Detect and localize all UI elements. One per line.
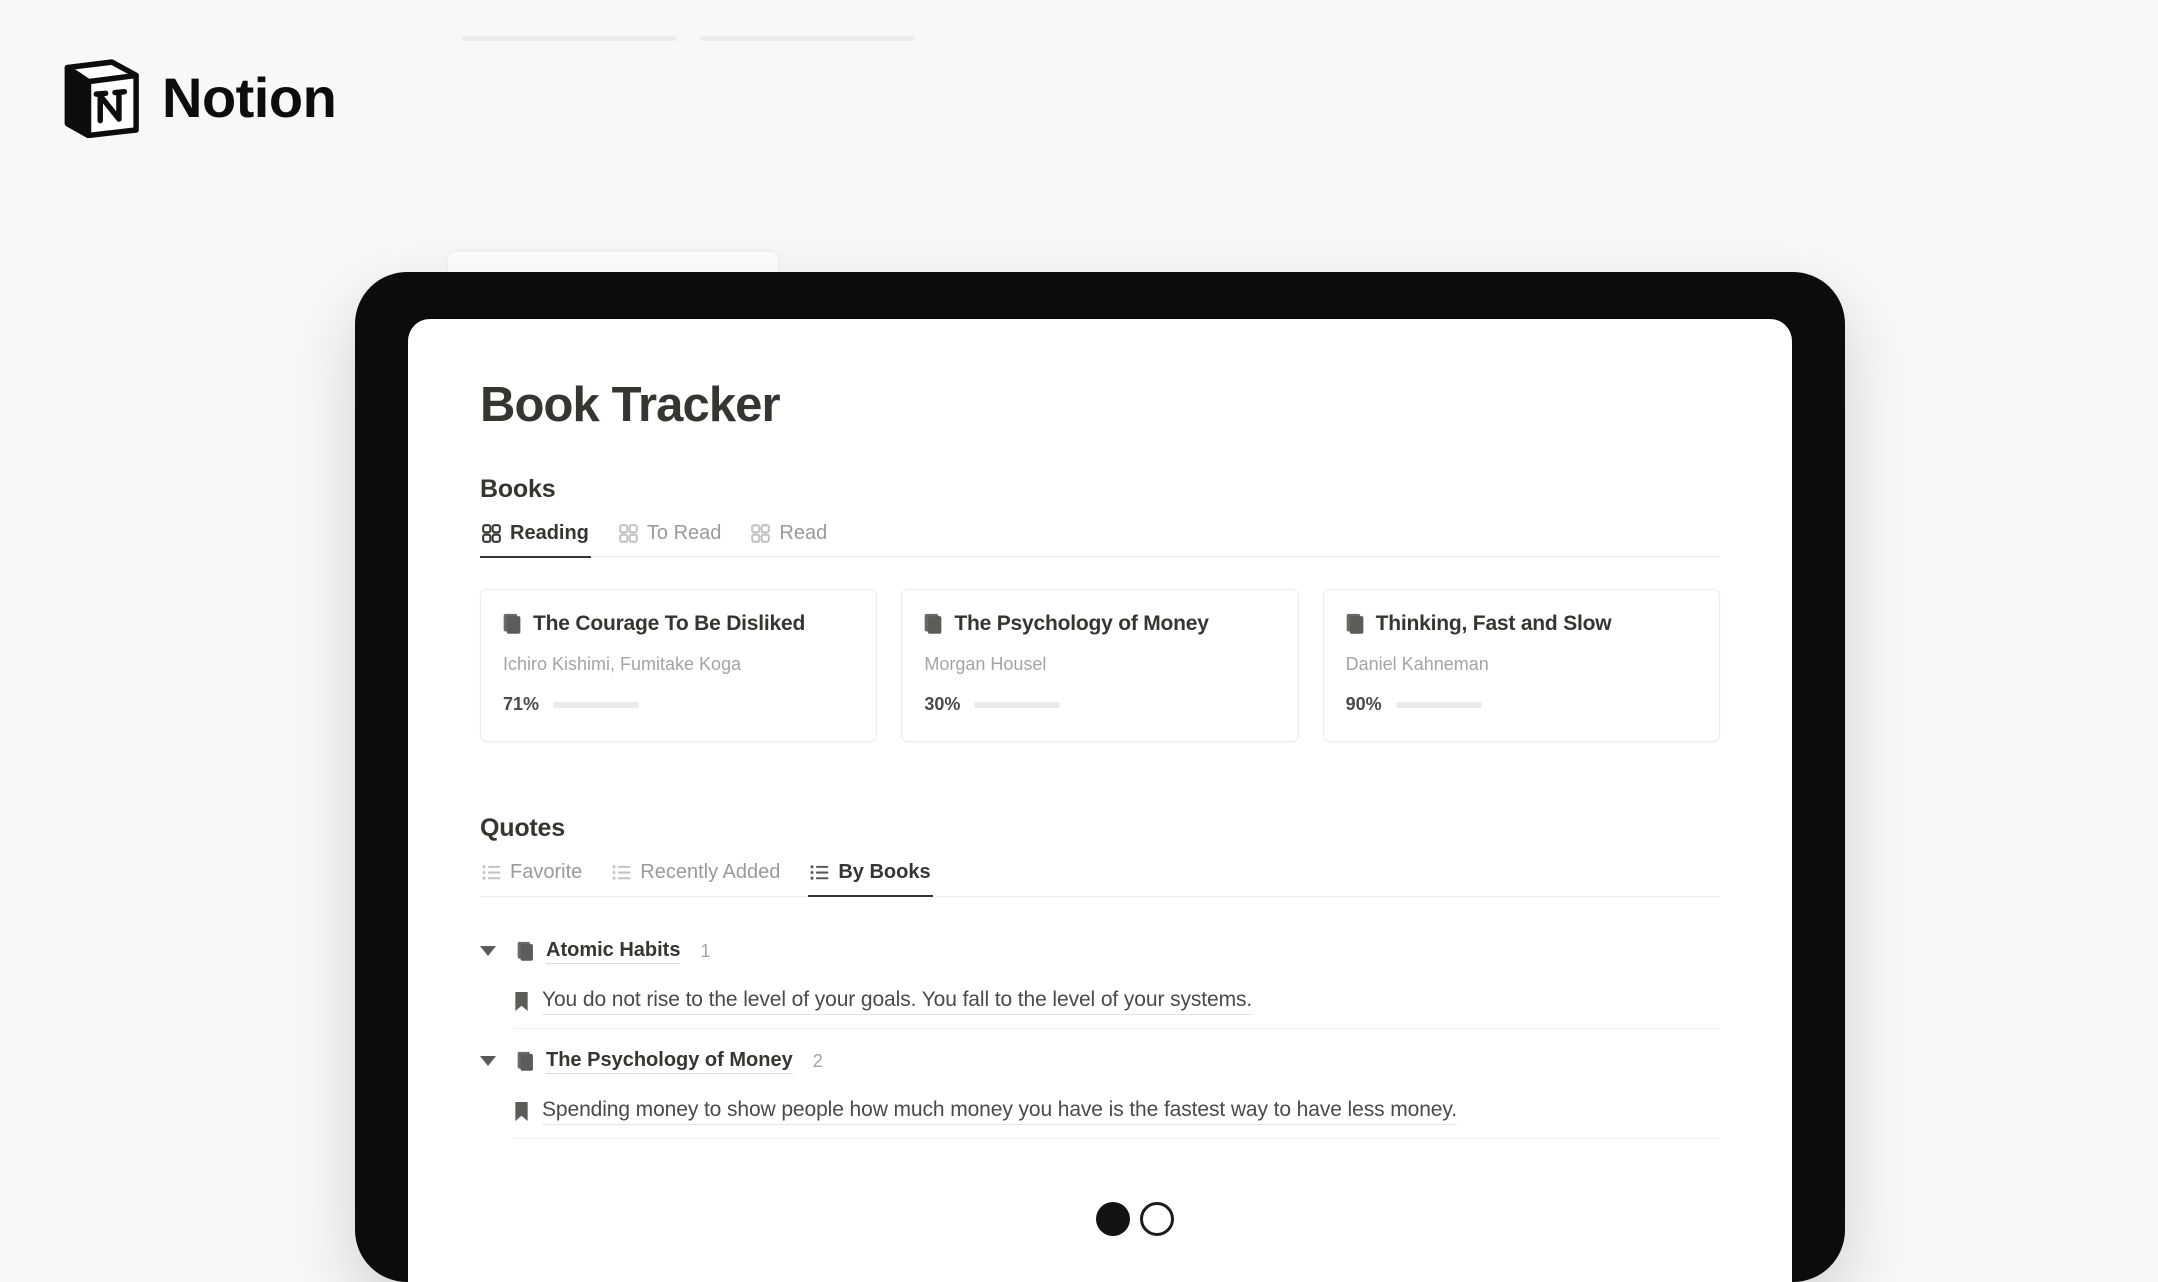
tab-favorite[interactable]: Favorite	[480, 857, 584, 897]
bookmark-icon	[515, 1101, 528, 1121]
book-author: Daniel Kahneman	[1345, 654, 1489, 675]
quote-group-name: Atomic Habits	[546, 939, 681, 964]
list-view-icon	[810, 865, 829, 881]
triangle-down-icon[interactable]	[480, 946, 496, 957]
tab-recently-added[interactable]: Recently Added	[610, 857, 782, 897]
book-card[interactable]: The Psychology of Money Morgan Housel 30…	[901, 589, 1299, 743]
tab-by-books[interactable]: By Books	[808, 857, 933, 898]
tab-read[interactable]: Read	[749, 518, 829, 558]
triangle-down-icon[interactable]	[480, 1056, 496, 1067]
progress-label: 30%	[924, 694, 961, 715]
book-card[interactable]: The Courage To Be Disliked Ichiro Kishim…	[480, 589, 878, 743]
gallery-view-icon	[751, 524, 771, 543]
book-page-icon	[925, 614, 942, 635]
notion-logo-icon	[64, 59, 139, 138]
quote-row[interactable]: You do not rise to the level of your goa…	[514, 974, 1720, 1029]
progress-track	[974, 701, 1061, 708]
list-view-icon	[612, 865, 631, 881]
book-progress: 90%	[1346, 694, 1697, 715]
quote-group: The Psychology of Money 2 Spending money…	[480, 1039, 1720, 1139]
notion-brand-header: Notion	[62, 58, 337, 138]
gallery-view-icon	[619, 524, 638, 543]
bookmark-icon	[515, 991, 528, 1011]
tab-reading[interactable]: Reading	[480, 518, 591, 558]
quotes-tabbar: Favorite Recently Added By Books	[480, 857, 1720, 898]
quote-group-name: The Psychology of Money	[546, 1049, 793, 1074]
page-title: Book Tracker	[480, 378, 781, 432]
book-author: Ichiro Kishimi, Fumitake Koga	[503, 654, 742, 675]
tab-label: Favorite	[510, 861, 583, 884]
book-card[interactable]: Thinking, Fast and Slow Daniel Kahneman …	[1322, 589, 1720, 743]
tab-label: To Read	[646, 521, 722, 544]
quote-group: Atomic Habits 1 You do not rise to the l…	[480, 929, 1720, 1029]
books-tabbar: Reading To Read Read	[480, 518, 1720, 558]
quote-group-header[interactable]: The Psychology of Money 2	[480, 1039, 1720, 1084]
tab-label: Read	[779, 521, 828, 544]
book-page-icon	[1346, 614, 1364, 635]
book-page-icon	[517, 941, 533, 961]
book-progress: 71%	[503, 694, 854, 715]
book-title: The Courage To Be Disliked	[533, 612, 806, 636]
books-section-heading: Books	[480, 474, 556, 503]
tab-to-read[interactable]: To Read	[617, 518, 724, 558]
book-author: Morgan Housel	[924, 654, 1047, 675]
list-view-icon	[482, 865, 501, 881]
book-card-title-row: The Psychology of Money	[924, 612, 1275, 636]
collaborator-avatar	[1140, 1202, 1174, 1236]
quote-group-header[interactable]: Atomic Habits 1	[480, 929, 1720, 974]
book-progress: 30%	[924, 694, 1275, 715]
tab-label: By Books	[838, 861, 931, 884]
progress-label: 71%	[503, 694, 540, 715]
tablet-screen: Book Tracker Books Reading To Read Read …	[408, 319, 1792, 1282]
book-page-icon	[503, 614, 521, 635]
tablet-device-frame: Book Tracker Books Reading To Read Read …	[355, 272, 1845, 1282]
background-sheet-line	[700, 36, 915, 41]
book-title: Thinking, Fast and Slow	[1375, 612, 1612, 636]
tab-label: Reading	[510, 521, 589, 544]
progress-track	[553, 701, 640, 708]
tab-label: Recently Added	[640, 861, 781, 884]
book-card-title-row: Thinking, Fast and Slow	[1346, 612, 1697, 636]
progress-track	[1395, 701, 1482, 708]
quote-text: You do not rise to the level of your goa…	[542, 988, 1252, 1015]
progress-label: 90%	[1345, 694, 1382, 715]
brand-name: Notion	[162, 66, 337, 129]
gallery-view-icon	[482, 524, 501, 543]
background-sheet-line	[462, 36, 677, 41]
quote-text: Spending money to show people how much m…	[542, 1098, 1457, 1125]
collaborator-avatar	[1096, 1202, 1130, 1236]
book-title: The Psychology of Money	[954, 612, 1209, 636]
quote-group-count: 1	[700, 940, 711, 961]
notion-page: Book Tracker Books Reading To Read Read …	[408, 319, 1792, 1282]
quote-row[interactable]: Spending money to show people how much m…	[514, 1084, 1720, 1139]
book-card-title-row: The Courage To Be Disliked	[503, 612, 854, 636]
quotes-section-heading: Quotes	[480, 814, 565, 843]
book-page-icon	[517, 1051, 533, 1071]
book-card-list: The Courage To Be Disliked Ichiro Kishim…	[480, 589, 1720, 743]
quote-group-count: 2	[812, 1050, 823, 1071]
